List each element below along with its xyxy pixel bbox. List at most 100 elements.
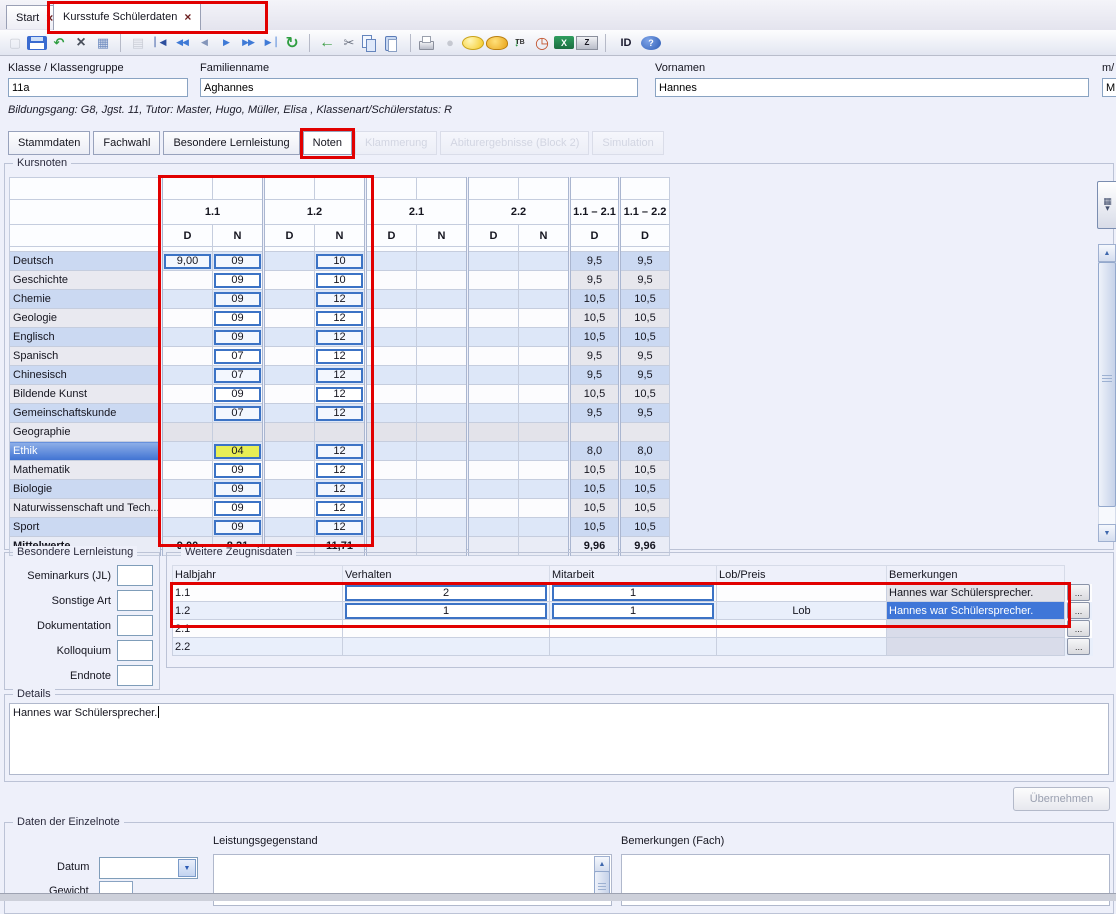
grade-input[interactable]: 12 [316,444,363,459]
bemerkungen-cell[interactable]: Hannes war Schülersprecher. [887,602,1065,620]
grade-cell[interactable]: 09 [213,518,264,537]
bemerkungen-cell[interactable] [887,620,1065,638]
bll-input-endnote[interactable] [117,665,153,686]
zeugnis-cell[interactable]: 1 [550,584,717,602]
tab-besondere-lernleistung[interactable]: Besondere Lernleistung [163,131,299,155]
lob-preis-cell[interactable]: Lob [717,602,887,620]
grade-input[interactable]: 09 [214,330,261,345]
grade-cell[interactable]: 07 [213,347,264,366]
grade-input[interactable]: 09 [214,273,261,288]
bell-icon[interactable] [486,36,508,50]
grade-input[interactable]: 04 [214,444,261,459]
prev-record-icon[interactable]: ◀ [194,33,214,53]
grade-cell[interactable]: 09 [213,252,264,271]
grade-input[interactable]: 10 [316,254,363,269]
tab-noten[interactable]: Noten [303,131,352,155]
back-arrow-icon[interactable]: ← [317,33,337,53]
grade-cell[interactable]: 12 [315,480,366,499]
timer-icon[interactable]: ◷ [532,33,552,53]
grade-cell[interactable]: 09 [213,499,264,518]
grade-cell[interactable]: 12 [315,404,366,423]
grade-input[interactable]: 12 [316,463,363,478]
tab-stammdaten[interactable]: Stammdaten [8,131,90,155]
more-button[interactable]: ... [1067,602,1090,619]
grade-input[interactable]: 12 [316,482,363,497]
zeugnis-input[interactable]: 1 [552,603,714,619]
print-icon[interactable] [418,35,438,51]
bll-input-dokumentation[interactable] [117,615,153,636]
grade-input[interactable]: 09 [214,254,261,269]
halbjahr-cell[interactable]: 1.2 [173,602,343,620]
excel-icon[interactable]: X [554,36,574,49]
grade-cell[interactable]: 12 [315,347,366,366]
bll-input-sonstige-art[interactable] [117,590,153,611]
zeugnis-input[interactable]: 1 [345,603,547,619]
column-chooser-button[interactable]: ▦▾ [1097,181,1116,229]
save-icon[interactable] [27,36,47,50]
details-textarea[interactable]: Hannes war Schülersprecher. [9,703,1109,775]
grade-input[interactable]: 9,00 [164,254,211,269]
zeugnis-input[interactable]: 1 [552,585,714,601]
subject-row-label[interactable]: Deutsch [10,252,162,271]
more-button[interactable]: ... [1067,638,1090,655]
grade-input[interactable]: 07 [214,368,261,383]
scrollbar-thumb[interactable] [1098,262,1116,507]
window-tab-kursstufe-schuelerdaten[interactable]: Kursstufe Schülerdaten × [53,3,201,30]
grade-cell[interactable]: 12 [315,499,366,518]
grade-input[interactable]: 07 [214,406,261,421]
subject-row-label[interactable]: Naturwissenschaft und Tech... [10,499,162,518]
grade-input[interactable]: 12 [316,406,363,421]
grade-input[interactable]: 09 [214,482,261,497]
subject-row-label[interactable]: Geographie [10,423,162,442]
media-disc-icon[interactable]: ● [440,33,460,53]
subject-row-label[interactable]: Englisch [10,328,162,347]
grade-cell[interactable]: 10 [315,271,366,290]
grade-cell[interactable]: 09 [213,461,264,480]
grade-cell[interactable]: 12 [315,461,366,480]
subject-row-label[interactable]: Ethik [10,442,162,461]
scroll-down-icon[interactable]: ▼ [1098,524,1116,542]
grade-input[interactable]: 09 [214,292,261,307]
grade-cell[interactable]: 12 [315,442,366,461]
undo-icon[interactable]: ↶ [49,33,69,53]
delete-icon[interactable]: × [71,33,91,53]
klasse-input[interactable] [8,78,188,97]
fast-forward-icon[interactable]: ▶▶ [238,33,258,53]
lob-preis-cell[interactable] [717,584,887,602]
grade-input[interactable]: 12 [316,501,363,516]
grade-input[interactable]: 12 [316,349,363,364]
zeugnis-input[interactable]: 2 [345,585,547,601]
familienname-input[interactable] [200,78,638,97]
subject-row-label[interactable]: Biologie [10,480,162,499]
subject-row-label[interactable]: Chinesisch [10,366,162,385]
subject-row-label[interactable]: Gemeinschaftskunde [10,404,162,423]
uebernehmen-button[interactable]: Übernehmen [1013,787,1110,811]
subject-row-label[interactable]: Mathematik [10,461,162,480]
new-record-icon[interactable]: ▢ [5,33,25,53]
more-button[interactable]: ... [1067,620,1090,637]
grade-cell[interactable]: 12 [315,290,366,309]
zeugnis-cell[interactable]: 1 [550,602,717,620]
last-record-icon[interactable]: ▶ [260,33,280,53]
halbjahr-cell[interactable]: 2.1 [173,620,343,638]
halbjahr-cell[interactable]: 2.2 [173,638,343,656]
combo-arrow-icon[interactable]: ▼ [178,859,196,877]
halbjahr-cell[interactable]: 1.1 [173,584,343,602]
more-button[interactable]: ... [1067,584,1090,601]
subject-row-label[interactable]: Bildende Kunst [10,385,162,404]
subject-row-label[interactable]: Sport [10,518,162,537]
refresh-icon[interactable]: ↻ [282,33,302,53]
subject-row-label[interactable]: Geschichte [10,271,162,290]
zeugnis-cell[interactable]: 1 [343,602,550,620]
grade-input[interactable]: 09 [214,387,261,402]
grade-cell[interactable]: 09 [213,480,264,499]
tab-fachwahl[interactable]: Fachwahl [93,131,160,155]
grade-cell[interactable]: 12 [315,366,366,385]
grade-input[interactable]: 09 [214,520,261,535]
copy-icon[interactable] [361,35,381,51]
grade-input[interactable]: 12 [316,520,363,535]
lob-preis-cell[interactable] [717,620,887,638]
grade-cell[interactable]: 09 [213,309,264,328]
subject-row-label[interactable]: Spanisch [10,347,162,366]
close-tab-icon[interactable]: × [184,10,191,24]
